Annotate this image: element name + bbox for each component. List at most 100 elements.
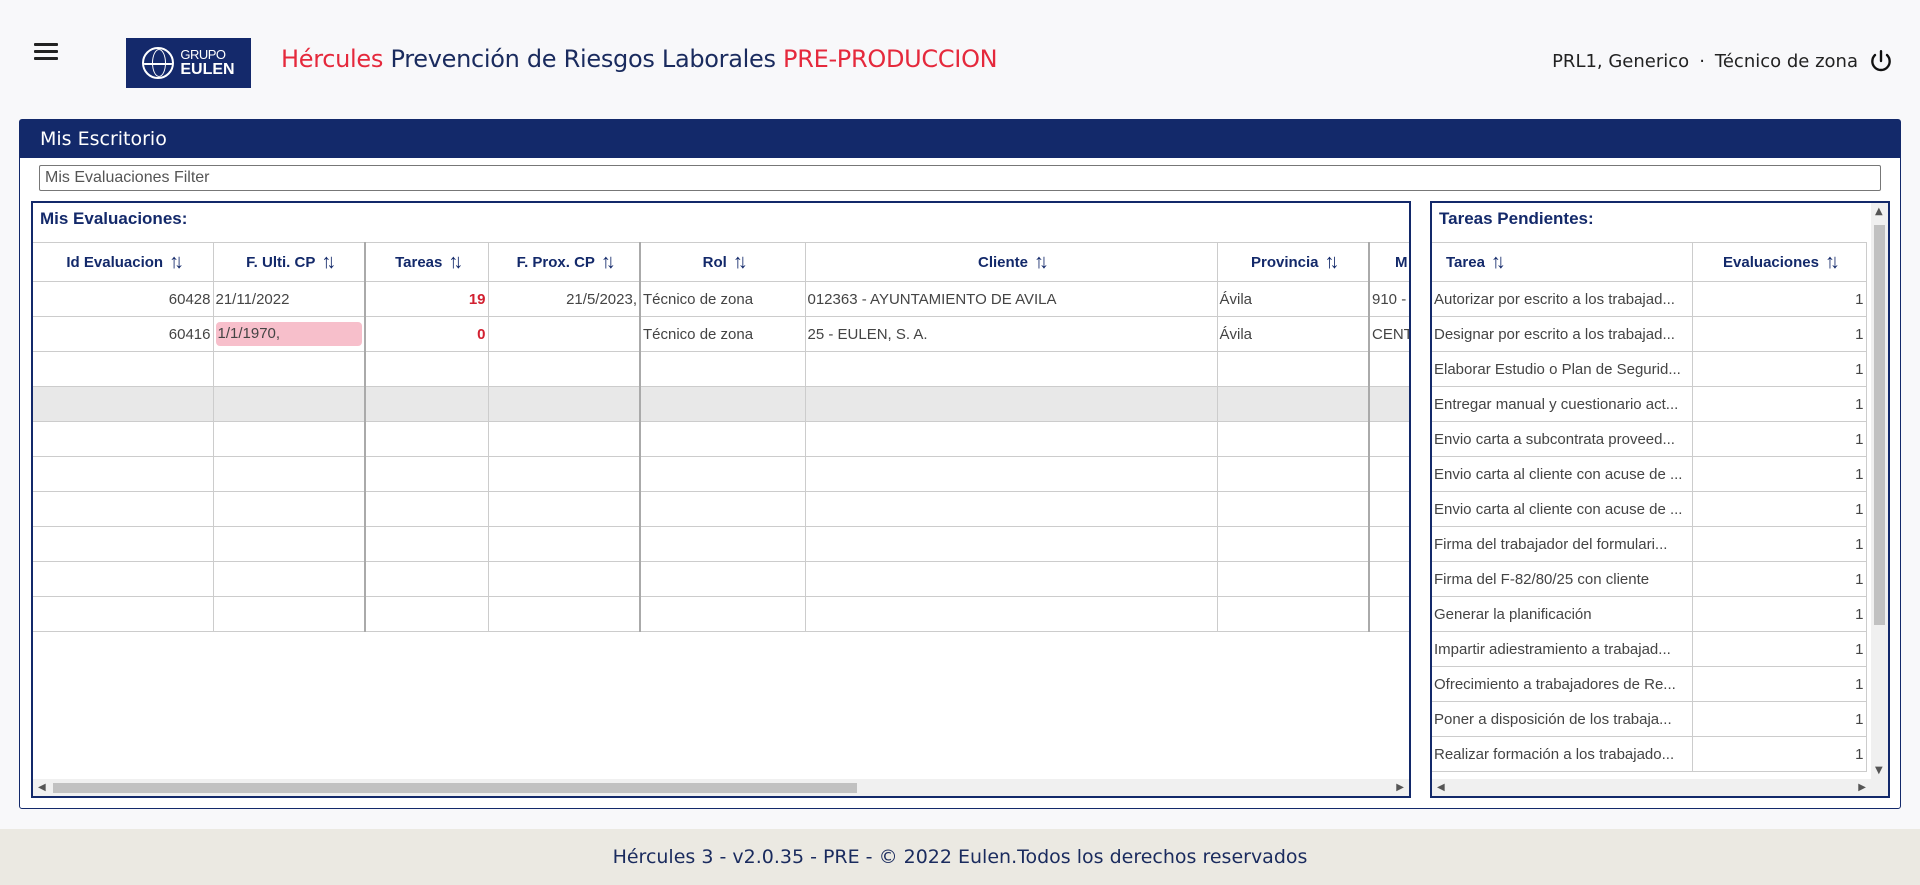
cell-provincia: Ávila [1217, 281, 1370, 317]
app-title-prl: Prevención de Riesgos Laborales [390, 45, 776, 73]
col-f-prox-cp[interactable]: F. Prox. CP ↑↓ [488, 242, 641, 282]
globe-icon [142, 47, 175, 79]
cell-tarea: Realizar formación a los trabajado... [1432, 736, 1693, 772]
cell-rol: Técnico de zona [640, 281, 806, 317]
user-name: PRL1, Generico [1552, 50, 1690, 72]
cell-id: 60428 [33, 281, 214, 317]
cell-evaluaciones-count: 1 [1692, 596, 1867, 632]
sort-icon[interactable]: ↑↓ [1325, 251, 1340, 274]
col-cliente[interactable]: Cliente ↑↓ [805, 242, 1218, 282]
sort-icon[interactable]: ↑↓ [733, 251, 748, 274]
cell-f-prox [488, 316, 641, 352]
col-evaluaciones[interactable]: Evaluaciones ↑↓ [1692, 242, 1867, 282]
cell-tarea: Generar la planificación [1432, 596, 1693, 632]
cell-evaluaciones-count: 1 [1692, 736, 1867, 772]
list-item[interactable]: Impartir adiestramiento a trabajad... 1 [1432, 631, 1867, 667]
cell-evaluaciones-count: 1 [1692, 666, 1867, 702]
cell-evaluaciones-count: 1 [1692, 701, 1867, 737]
evaluaciones-table: Id Evaluacion ↑↓ F. Ulti. CP ↑↓ Tareas ↑↓ F… [33, 242, 1409, 632]
col-id-evaluacion[interactable]: Id Evaluacion ↑↓ [33, 242, 214, 282]
col-m[interactable]: M [1369, 242, 1409, 282]
cell-tareas: 19 [365, 281, 489, 317]
scroll-left-icon[interactable]: ◀ [1437, 779, 1445, 796]
footer: Hércules 3 - v2.0.35 - PRE - © 2022 Eule… [0, 829, 1920, 885]
sort-icon[interactable]: ↑↓ [1825, 251, 1840, 274]
empty-row [33, 596, 1409, 632]
cell-id: 60416 [33, 316, 214, 352]
table-row[interactable]: 60428 21/11/2022 19 21/5/2023, Técnico d… [33, 281, 1409, 317]
cell-evaluaciones-count: 1 [1692, 631, 1867, 667]
col-tarea[interactable]: Tarea ↑↓ [1432, 242, 1693, 282]
vertical-scrollbar[interactable]: ▲ ▼ [1871, 203, 1888, 779]
list-item[interactable]: Autorizar por escrito a los trabajad... 1 [1432, 281, 1867, 317]
col-tareas[interactable]: Tareas ↑↓ [365, 242, 489, 282]
col-provincia[interactable]: Provincia ↑↓ [1217, 242, 1370, 282]
power-icon[interactable] [1868, 48, 1894, 74]
sort-icon[interactable]: ↑↓ [448, 251, 463, 274]
col-rol[interactable]: Rol ↑↓ [640, 242, 806, 282]
cell-cliente: 012363 - AYUNTAMIENTO DE AVILA [805, 281, 1218, 317]
tareas-table: Tarea ↑↓ Evaluaciones ↑↓ Autorizar por esc… [1432, 242, 1867, 772]
list-item[interactable]: Poner a disposición de los trabaja... 1 [1432, 701, 1867, 737]
cell-tareas: 0 [365, 316, 489, 352]
empty-row [33, 421, 1409, 457]
sort-icon[interactable]: ↑↓ [601, 251, 616, 274]
horizontal-scrollbar[interactable]: ◀ ▶ [1432, 779, 1888, 796]
scroll-up-icon[interactable]: ▲ [1875, 203, 1883, 220]
cell-evaluaciones-count: 1 [1692, 316, 1867, 352]
cell-tarea: Ofrecimiento a trabajadores de Re... [1432, 666, 1693, 702]
cell-tarea: Firma del F-82/80/25 con cliente [1432, 561, 1693, 597]
horizontal-scrollbar[interactable]: ◀ ▶ [33, 779, 1409, 796]
cell-m: 910 - [1369, 281, 1409, 317]
panel-title: Mis Escritorio [20, 120, 1900, 158]
app-title-hercules: Hércules [281, 45, 384, 73]
cell-f-ulti: 1/1/1970, [213, 316, 366, 352]
scrollbar-thumb[interactable] [53, 783, 857, 793]
list-item[interactable]: Entregar manual y cuestionario act... 1 [1432, 386, 1867, 422]
sort-icon[interactable]: ↑↓ [169, 251, 184, 274]
cell-tarea: Poner a disposición de los trabaja... [1432, 701, 1693, 737]
evaluaciones-title: Mis Evaluaciones: [40, 209, 188, 228]
sort-icon[interactable]: ↑↓ [1491, 251, 1506, 274]
grupo-eulen-logo: GRUPO EULEN [126, 38, 251, 88]
sort-icon[interactable]: ↑↓ [321, 251, 336, 274]
list-item[interactable]: Envio carta al cliente con acuse de ... 1 [1432, 456, 1867, 492]
sort-icon[interactable]: ↑↓ [1034, 251, 1049, 274]
hamburger-menu-icon[interactable] [34, 43, 58, 61]
list-item[interactable]: Ofrecimiento a trabajadores de Re... 1 [1432, 666, 1867, 702]
cell-m: CENT [1369, 316, 1409, 352]
scroll-left-icon[interactable]: ◀ [38, 779, 46, 796]
cell-evaluaciones-count: 1 [1692, 526, 1867, 562]
list-item[interactable]: Designar por escrito a los trabajad... 1 [1432, 316, 1867, 352]
cell-evaluaciones-count: 1 [1692, 351, 1867, 387]
list-item[interactable]: Envio carta a subcontrata proveed... 1 [1432, 421, 1867, 457]
scroll-right-icon[interactable]: ▶ [1858, 779, 1866, 796]
cell-provincia: Ávila [1217, 316, 1370, 352]
scroll-right-icon[interactable]: ▶ [1396, 779, 1404, 796]
cell-tarea: Envio carta al cliente con acuse de ... [1432, 491, 1693, 527]
scrollbar-thumb[interactable] [1874, 225, 1885, 625]
cell-evaluaciones-count: 1 [1692, 491, 1867, 527]
cell-cliente: 25 - EULEN, S. A. [805, 316, 1218, 352]
logo-line1: GRUPO [180, 47, 226, 62]
cell-tarea: Elaborar Estudio o Plan de Segurid... [1432, 351, 1693, 387]
list-item[interactable]: Firma del trabajador del formulari... 1 [1432, 526, 1867, 562]
list-item[interactable]: Envio carta al cliente con acuse de ... 1 [1432, 491, 1867, 527]
list-item[interactable]: Elaborar Estudio o Plan de Segurid... 1 [1432, 351, 1867, 387]
user-role: Técnico de zona [1714, 50, 1858, 72]
list-item[interactable]: Generar la planificación 1 [1432, 596, 1867, 632]
cell-rol: Técnico de zona [640, 316, 806, 352]
col-f-ulti-cp[interactable]: F. Ulti. CP ↑↓ [213, 242, 366, 282]
logo-line2: EULEN [180, 61, 235, 78]
app-title: Hércules Prevención de Riesgos Laborales… [281, 45, 998, 73]
empty-row [33, 491, 1409, 527]
table-row[interactable]: 60416 1/1/1970, 0 Técnico de zona 25 - E… [33, 316, 1409, 352]
scroll-down-icon[interactable]: ▼ [1875, 762, 1883, 779]
cell-evaluaciones-count: 1 [1692, 281, 1867, 317]
evaluaciones-filter-input[interactable] [39, 165, 1881, 191]
list-item[interactable]: Firma del F-82/80/25 con cliente 1 [1432, 561, 1867, 597]
empty-row [33, 351, 1409, 387]
app-title-env: PRE-PRODUCCION [783, 45, 998, 73]
empty-row [33, 386, 1409, 422]
list-item[interactable]: Realizar formación a los trabajado... 1 [1432, 736, 1867, 772]
